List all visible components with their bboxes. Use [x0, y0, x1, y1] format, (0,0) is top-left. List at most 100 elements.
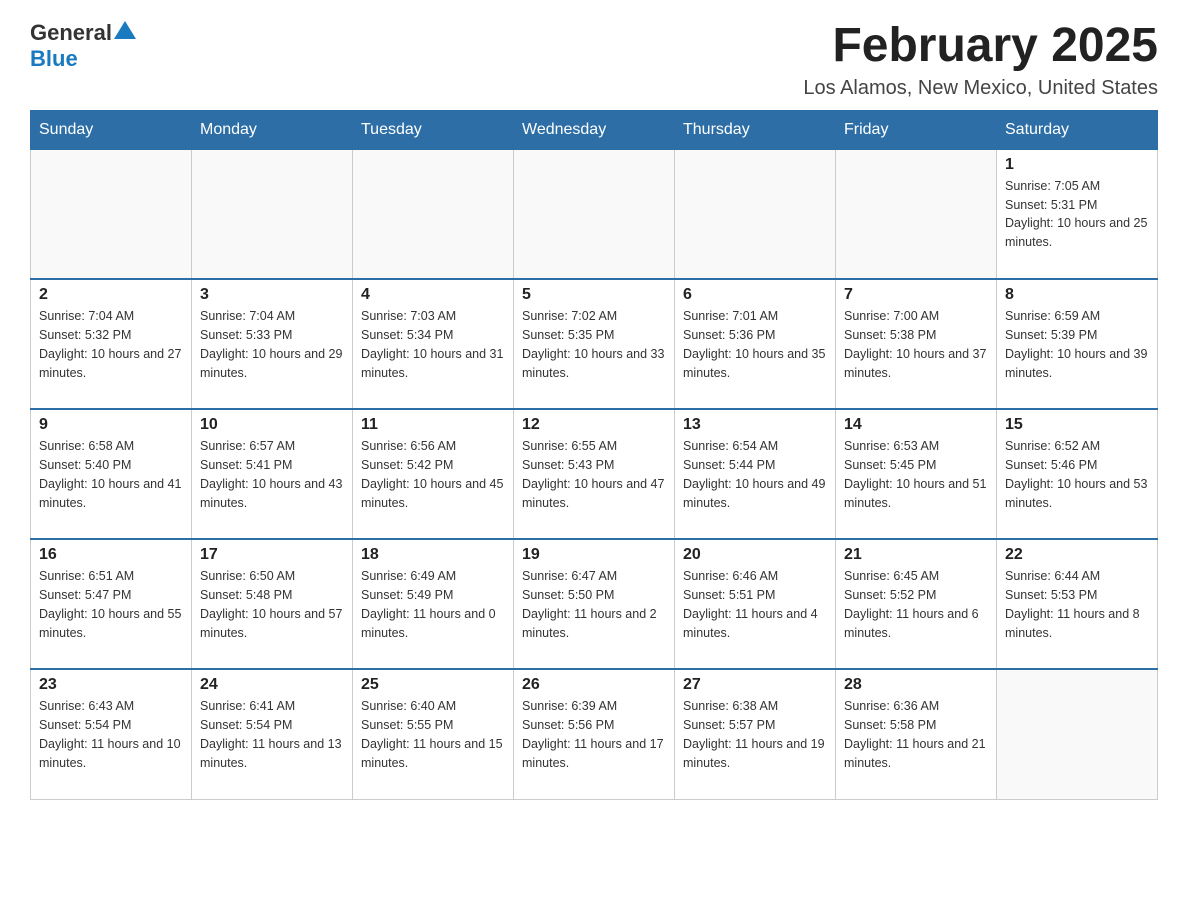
day-info: Sunrise: 6:50 AMSunset: 5:48 PMDaylight:…: [200, 569, 342, 639]
calendar-cell: 3 Sunrise: 7:04 AMSunset: 5:33 PMDaylight…: [192, 279, 353, 409]
calendar-header: SundayMondayTuesdayWednesdayThursdayFrid…: [31, 110, 1158, 149]
day-number: 9: [39, 416, 183, 434]
calendar-cell: 16 Sunrise: 6:51 AMSunset: 5:47 PMDayligh…: [31, 539, 192, 669]
day-info: Sunrise: 7:05 AMSunset: 5:31 PMDaylight:…: [1005, 179, 1147, 249]
day-number: 4: [361, 286, 505, 304]
day-number: 13: [683, 416, 827, 434]
calendar-cell: 26 Sunrise: 6:39 AMSunset: 5:56 PMDayligh…: [514, 669, 675, 799]
calendar-cell: [31, 149, 192, 279]
day-header-saturday: Saturday: [997, 110, 1158, 149]
day-info: Sunrise: 6:44 AMSunset: 5:53 PMDaylight:…: [1005, 569, 1140, 639]
day-number: 12: [522, 416, 666, 434]
day-header-wednesday: Wednesday: [514, 110, 675, 149]
day-number: 2: [39, 286, 183, 304]
calendar-cell: [836, 149, 997, 279]
calendar-cell: 2 Sunrise: 7:04 AMSunset: 5:32 PMDaylight…: [31, 279, 192, 409]
day-number: 11: [361, 416, 505, 434]
calendar-cell: 21 Sunrise: 6:45 AMSunset: 5:52 PMDayligh…: [836, 539, 997, 669]
day-number: 17: [200, 546, 344, 564]
day-number: 20: [683, 546, 827, 564]
day-info: Sunrise: 6:59 AMSunset: 5:39 PMDaylight:…: [1005, 309, 1147, 379]
calendar-cell: [514, 149, 675, 279]
day-number: 22: [1005, 546, 1149, 564]
day-number: 26: [522, 676, 666, 694]
calendar-cell: 10 Sunrise: 6:57 AMSunset: 5:41 PMDayligh…: [192, 409, 353, 539]
calendar-cell: 28Sunrise: 6:36 AMSunset: 5:58 PMDayligh…: [836, 669, 997, 799]
day-info: Sunrise: 6:55 AMSunset: 5:43 PMDaylight:…: [522, 439, 664, 509]
logo-general: General: [30, 20, 112, 46]
day-number: 15: [1005, 416, 1149, 434]
month-title: February 2025: [803, 20, 1158, 73]
day-number: 8: [1005, 286, 1149, 304]
day-number: 19: [522, 546, 666, 564]
calendar-cell: 11Sunrise: 6:56 AMSunset: 5:42 PMDayligh…: [353, 409, 514, 539]
logo-triangle-icon: [114, 21, 136, 39]
day-number: 3: [200, 286, 344, 304]
day-number: 5: [522, 286, 666, 304]
day-info: Sunrise: 7:03 AMSunset: 5:34 PMDaylight:…: [361, 309, 503, 379]
calendar-cell: 7 Sunrise: 7:00 AMSunset: 5:38 PMDaylight…: [836, 279, 997, 409]
calendar-cell: 25 Sunrise: 6:40 AMSunset: 5:55 PMDayligh…: [353, 669, 514, 799]
calendar-cell: 6 Sunrise: 7:01 AMSunset: 5:36 PMDaylight…: [675, 279, 836, 409]
day-info: Sunrise: 6:57 AMSunset: 5:41 PMDaylight:…: [200, 439, 342, 509]
day-info: Sunrise: 6:40 AMSunset: 5:55 PMDaylight:…: [361, 699, 503, 769]
calendar-cell: 23Sunrise: 6:43 AMSunset: 5:54 PMDayligh…: [31, 669, 192, 799]
day-info: Sunrise: 6:36 AMSunset: 5:58 PMDaylight:…: [844, 699, 986, 769]
day-info: Sunrise: 7:04 AMSunset: 5:33 PMDaylight:…: [200, 309, 342, 379]
day-info: Sunrise: 6:49 AMSunset: 5:49 PMDaylight:…: [361, 569, 496, 639]
day-info: Sunrise: 6:58 AMSunset: 5:40 PMDaylight:…: [39, 439, 181, 509]
calendar-cell: 17 Sunrise: 6:50 AMSunset: 5:48 PMDayligh…: [192, 539, 353, 669]
day-number: 14: [844, 416, 988, 434]
day-number: 27: [683, 676, 827, 694]
day-info: Sunrise: 6:39 AMSunset: 5:56 PMDaylight:…: [522, 699, 664, 769]
calendar-cell: 1Sunrise: 7:05 AMSunset: 5:31 PMDaylight…: [997, 149, 1158, 279]
day-info: Sunrise: 6:45 AMSunset: 5:52 PMDaylight:…: [844, 569, 979, 639]
calendar-week-4: 16 Sunrise: 6:51 AMSunset: 5:47 PMDayligh…: [31, 539, 1158, 669]
day-number: 25: [361, 676, 505, 694]
calendar-cell: [997, 669, 1158, 799]
day-info: Sunrise: 7:02 AMSunset: 5:35 PMDaylight:…: [522, 309, 664, 379]
day-number: 23: [39, 676, 183, 694]
calendar-cell: [353, 149, 514, 279]
calendar-cell: 4 Sunrise: 7:03 AMSunset: 5:34 PMDaylight…: [353, 279, 514, 409]
calendar-week-5: 23Sunrise: 6:43 AMSunset: 5:54 PMDayligh…: [31, 669, 1158, 799]
calendar-cell: 22 Sunrise: 6:44 AMSunset: 5:53 PMDayligh…: [997, 539, 1158, 669]
day-info: Sunrise: 6:54 AMSunset: 5:44 PMDaylight:…: [683, 439, 825, 509]
page-header: General Blue February 2025 Los Alamos, N…: [30, 20, 1158, 100]
logo: General Blue: [30, 20, 136, 72]
day-number: 16: [39, 546, 183, 564]
day-info: Sunrise: 6:46 AMSunset: 5:51 PMDaylight:…: [683, 569, 818, 639]
calendar-cell: 27 Sunrise: 6:38 AMSunset: 5:57 PMDayligh…: [675, 669, 836, 799]
calendar-cell: 5 Sunrise: 7:02 AMSunset: 5:35 PMDaylight…: [514, 279, 675, 409]
title-section: February 2025 Los Alamos, New Mexico, Un…: [803, 20, 1158, 100]
calendar-week-1: 1Sunrise: 7:05 AMSunset: 5:31 PMDaylight…: [31, 149, 1158, 279]
calendar-cell: 24Sunrise: 6:41 AMSunset: 5:54 PMDayligh…: [192, 669, 353, 799]
day-info: Sunrise: 6:53 AMSunset: 5:45 PMDaylight:…: [844, 439, 986, 509]
day-info: Sunrise: 6:41 AMSunset: 5:54 PMDaylight:…: [200, 699, 342, 769]
calendar-cell: 20 Sunrise: 6:46 AMSunset: 5:51 PMDayligh…: [675, 539, 836, 669]
day-header-thursday: Thursday: [675, 110, 836, 149]
calendar-cell: 12 Sunrise: 6:55 AMSunset: 5:43 PMDayligh…: [514, 409, 675, 539]
calendar-cell: 19Sunrise: 6:47 AMSunset: 5:50 PMDayligh…: [514, 539, 675, 669]
day-number: 18: [361, 546, 505, 564]
day-number: 6: [683, 286, 827, 304]
calendar-body: 1Sunrise: 7:05 AMSunset: 5:31 PMDaylight…: [31, 149, 1158, 799]
calendar-cell: 13 Sunrise: 6:54 AMSunset: 5:44 PMDayligh…: [675, 409, 836, 539]
logo-blue: Blue: [30, 46, 78, 72]
day-info: Sunrise: 6:51 AMSunset: 5:47 PMDaylight:…: [39, 569, 181, 639]
day-number: 7: [844, 286, 988, 304]
day-info: Sunrise: 6:52 AMSunset: 5:46 PMDaylight:…: [1005, 439, 1147, 509]
day-number: 21: [844, 546, 988, 564]
calendar-week-2: 2 Sunrise: 7:04 AMSunset: 5:32 PMDaylight…: [31, 279, 1158, 409]
day-info: Sunrise: 6:38 AMSunset: 5:57 PMDaylight:…: [683, 699, 825, 769]
day-info: Sunrise: 7:00 AMSunset: 5:38 PMDaylight:…: [844, 309, 986, 379]
location-title: Los Alamos, New Mexico, United States: [803, 77, 1158, 100]
calendar-cell: 18 Sunrise: 6:49 AMSunset: 5:49 PMDayligh…: [353, 539, 514, 669]
day-info: Sunrise: 7:04 AMSunset: 5:32 PMDaylight:…: [39, 309, 181, 379]
day-header-friday: Friday: [836, 110, 997, 149]
day-number: 10: [200, 416, 344, 434]
day-info: Sunrise: 7:01 AMSunset: 5:36 PMDaylight:…: [683, 309, 825, 379]
calendar-cell: [192, 149, 353, 279]
calendar-cell: 14 Sunrise: 6:53 AMSunset: 5:45 PMDayligh…: [836, 409, 997, 539]
calendar-table: SundayMondayTuesdayWednesdayThursdayFrid…: [30, 110, 1158, 800]
